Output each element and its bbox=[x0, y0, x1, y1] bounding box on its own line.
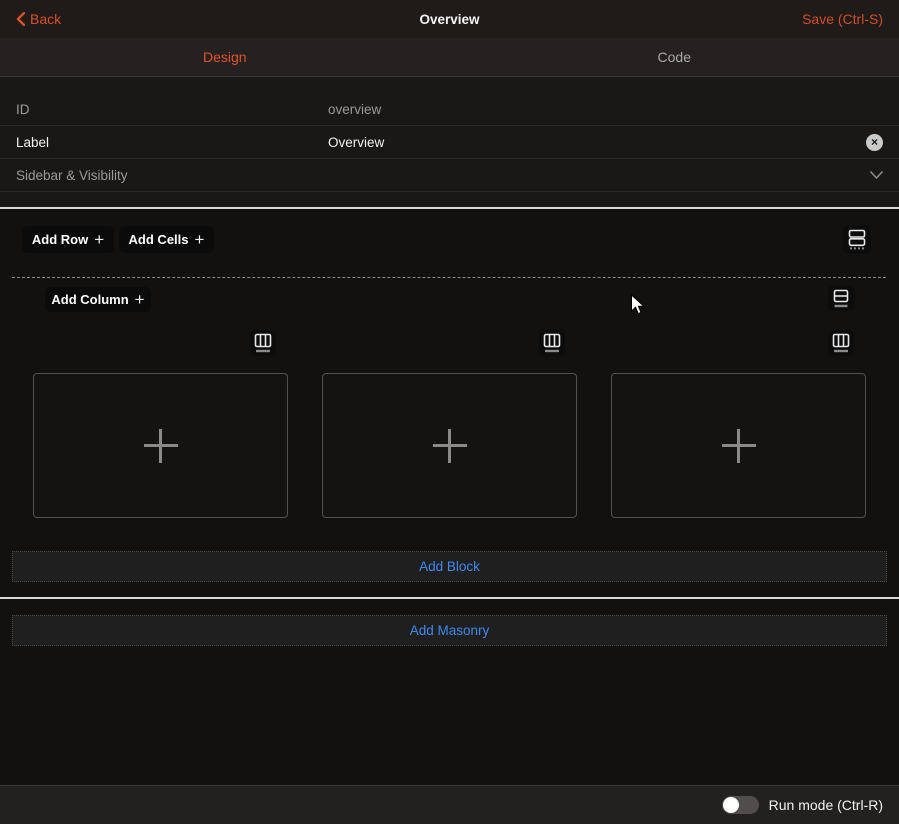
add-cells-label: Add Cells bbox=[129, 232, 189, 247]
run-mode-label: Run mode (Ctrl-R) bbox=[769, 797, 883, 813]
plus-icon: + bbox=[195, 231, 205, 248]
empty-cell-placeholder-2[interactable] bbox=[322, 373, 577, 518]
id-field-value[interactable]: overview bbox=[328, 102, 381, 117]
header-bar: Back Overview Save (Ctrl-S) bbox=[0, 0, 899, 38]
run-mode-toggle[interactable] bbox=[722, 796, 759, 814]
row-layout-button[interactable] bbox=[843, 225, 871, 254]
add-row-label: Add Row bbox=[32, 232, 88, 247]
tab-code[interactable]: Code bbox=[450, 38, 899, 76]
stacked-rows-icon bbox=[848, 229, 866, 250]
add-masonry-button[interactable]: Add Masonry bbox=[12, 615, 887, 646]
three-columns-icon bbox=[832, 333, 850, 353]
save-button[interactable]: Save (Ctrl-S) bbox=[802, 11, 883, 27]
tab-bar: Design Code bbox=[0, 38, 899, 77]
column-layout-button-1[interactable] bbox=[250, 330, 276, 356]
plus-icon: + bbox=[135, 291, 145, 308]
mouse-cursor-icon bbox=[630, 294, 645, 316]
label-field-label: Label bbox=[16, 135, 328, 150]
id-field-label: ID bbox=[16, 102, 328, 117]
form-row-label[interactable]: Label Overview × bbox=[0, 126, 899, 159]
chevron-down-icon[interactable] bbox=[870, 171, 883, 179]
add-column-button[interactable]: Add Column + bbox=[45, 287, 151, 312]
tab-design[interactable]: Design bbox=[0, 38, 450, 76]
footer-bar: Run mode (Ctrl-R) bbox=[0, 785, 899, 824]
back-label: Back bbox=[30, 11, 61, 27]
back-button[interactable]: Back bbox=[16, 11, 61, 27]
row-container-border bbox=[12, 277, 886, 278]
section-divider bbox=[0, 207, 899, 209]
back-chevron-icon bbox=[16, 12, 25, 26]
sidebar-visibility-label: Sidebar & Visibility bbox=[16, 168, 328, 183]
split-cell-icon bbox=[833, 289, 850, 308]
app-window: Back Overview Save (Ctrl-S) Design Code … bbox=[0, 0, 899, 824]
three-columns-icon bbox=[543, 333, 561, 353]
add-block-button[interactable]: Add Block bbox=[12, 551, 887, 582]
form-row-sidebar-visibility[interactable]: Sidebar & Visibility bbox=[0, 159, 899, 192]
properties-form: ID overview Label Overview × Sidebar & V… bbox=[0, 77, 899, 208]
add-cells-button[interactable]: Add Cells + bbox=[119, 226, 214, 253]
form-row-id[interactable]: ID overview bbox=[0, 93, 899, 126]
label-field-value[interactable]: Overview bbox=[328, 135, 384, 150]
page-title: Overview bbox=[0, 12, 899, 27]
add-row-button[interactable]: Add Row + bbox=[22, 226, 114, 253]
add-column-label: Add Column bbox=[51, 292, 128, 307]
three-columns-icon bbox=[254, 333, 272, 353]
column-layout-button-3[interactable] bbox=[828, 330, 854, 356]
empty-cell-placeholder-1[interactable] bbox=[33, 373, 288, 518]
toggle-knob bbox=[723, 797, 739, 813]
clear-value-icon[interactable]: × bbox=[866, 134, 883, 151]
empty-cell-placeholder-3[interactable] bbox=[611, 373, 866, 518]
plus-icon: + bbox=[94, 231, 104, 248]
column-layout-button-2[interactable] bbox=[539, 330, 565, 356]
section-divider bbox=[0, 597, 899, 599]
cell-layout-button[interactable] bbox=[828, 286, 855, 311]
